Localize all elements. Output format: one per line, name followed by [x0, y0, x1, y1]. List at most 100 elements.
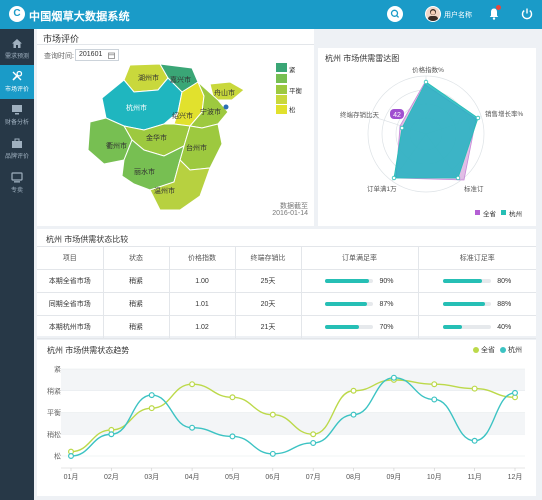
- std-rate-value: 80%: [497, 277, 512, 285]
- sidebar-item-demand-forecast[interactable]: 需求预测: [0, 33, 34, 67]
- map-label-zhoushan: 舟山市: [214, 88, 235, 97]
- sidebar-item-label: 专卖: [10, 188, 23, 194]
- search-icon: [390, 9, 400, 18]
- y-tick-label: 稍紧: [47, 386, 61, 395]
- x-tick-label: 07月: [306, 473, 321, 481]
- data-cutoff-date: 2016-01-14: [272, 210, 308, 217]
- query-label: 查询时间:: [44, 53, 74, 60]
- order-rate-bar: [325, 278, 374, 283]
- radar-point[interactable]: [391, 175, 397, 181]
- std-rate-bar: [443, 278, 492, 283]
- radar-legend-swatch-hangzhou: [501, 210, 506, 215]
- search-button[interactable]: [387, 6, 403, 22]
- data-point[interactable]: [148, 405, 155, 412]
- x-tick-label: 03月: [144, 473, 159, 481]
- map-legend-label: 松: [289, 107, 296, 114]
- data-point[interactable]: [269, 411, 276, 418]
- data-point[interactable]: [68, 452, 75, 459]
- cell-item: 本期全省市场: [37, 269, 104, 293]
- sidebar-item-label: 财备分析: [4, 120, 29, 126]
- cell-price-index: 1.00: [169, 269, 236, 293]
- radar-axis-label: 销售增长率%: [485, 109, 524, 118]
- data-point[interactable]: [148, 392, 155, 399]
- table-row: 本期杭州市场 稍紧 1.02 21天 70% 40%: [37, 315, 536, 339]
- map-label-jiaxing: 嘉兴市: [170, 75, 191, 84]
- sidebar-item-monopoly[interactable]: 专卖: [0, 167, 34, 201]
- radar-point[interactable]: [423, 79, 429, 85]
- y-tick-label: 松: [54, 452, 61, 461]
- top-bar: C 中国烟草大数据系统 用户名称: [0, 0, 542, 29]
- radar-point[interactable]: [475, 115, 481, 121]
- data-point[interactable]: [512, 389, 519, 396]
- avatar[interactable]: [425, 6, 441, 22]
- sidebar-item-brand-evaluation[interactable]: 品牌评价: [0, 133, 34, 167]
- calendar-icon: [108, 52, 115, 59]
- radar-point[interactable]: [399, 125, 405, 131]
- data-point[interactable]: [431, 381, 438, 388]
- trend-legend-swatch-hangzhou: [500, 347, 506, 353]
- data-point[interactable]: [108, 431, 115, 438]
- order-rate-bar-fill: [325, 278, 369, 283]
- radar-tooltip-value: 42: [393, 112, 401, 119]
- data-point[interactable]: [229, 433, 236, 440]
- order-rate-bar-fill: [325, 324, 360, 329]
- data-point[interactable]: [229, 394, 236, 401]
- data-point[interactable]: [471, 437, 478, 444]
- data-point[interactable]: [189, 381, 196, 388]
- cell-status[interactable]: 稍紧: [103, 315, 170, 339]
- map-legend-swatch-loose: [276, 105, 287, 114]
- std-rate-value: 40%: [497, 323, 512, 331]
- data-point[interactable]: [310, 439, 317, 446]
- cell-order-rate: 70%: [301, 315, 419, 339]
- order-rate-bar-fill: [325, 301, 368, 306]
- x-tick-label: 06月: [265, 473, 280, 481]
- y-tick-label: 紧: [54, 365, 61, 374]
- comparison-title: 杭州 市场供需状态比较: [46, 235, 129, 244]
- data-point[interactable]: [269, 450, 276, 457]
- cell-ratio: 20天: [235, 292, 302, 316]
- map-legend-label: 紧: [289, 67, 296, 74]
- radar-axis-label: 订单满1万: [367, 184, 397, 193]
- std-rate-value: 88%: [497, 300, 512, 308]
- username[interactable]: 用户名称: [444, 10, 472, 20]
- data-point[interactable]: [390, 374, 397, 381]
- map-legend-swatch: [276, 74, 287, 83]
- data-point[interactable]: [310, 431, 317, 438]
- x-tick-label: 09月: [387, 473, 402, 481]
- x-tick-label: 04月: [185, 473, 200, 481]
- map-legend-swatch-balance: [276, 85, 287, 94]
- cell-status[interactable]: 稍紧: [103, 292, 170, 316]
- zhejiang-map: 湖州市 嘉兴市 杭州市 舟山市 绍兴市 宁波市 金华市 衢州市 台州市 丽水市 …: [87, 63, 245, 211]
- radar-point[interactable]: [455, 175, 461, 181]
- cell-item: 同期全省市场: [37, 292, 104, 316]
- column-header: 项目: [37, 246, 104, 270]
- cell-order-rate: 90%: [301, 269, 419, 293]
- data-point[interactable]: [350, 387, 357, 394]
- radar-axis-label: 标准订: [464, 184, 484, 193]
- data-point[interactable]: [189, 424, 196, 431]
- user-avatar-icon: [428, 9, 438, 21]
- cell-status[interactable]: 稍紧: [103, 269, 170, 293]
- column-header: 订单满足率: [301, 246, 419, 270]
- data-point[interactable]: [350, 411, 357, 418]
- map-label-quzhou: 衢州市: [106, 141, 127, 150]
- cell-order-rate: 87%: [301, 292, 419, 316]
- map-label-shaoxing: 绍兴市: [172, 111, 193, 120]
- table-row: 同期全省市场 稍紧 1.01 20天 87% 88%: [37, 292, 536, 316]
- sidebar-item-label: 品牌评价: [4, 154, 29, 160]
- order-rate-value: 90%: [379, 277, 394, 285]
- data-point[interactable]: [431, 396, 438, 403]
- trend-legend-label: 全省: [481, 347, 495, 354]
- x-tick-label: 10月: [427, 473, 442, 481]
- std-rate-bar: [443, 301, 492, 306]
- radar-legend-label: 杭州: [509, 211, 522, 218]
- power-icon[interactable]: [520, 7, 534, 21]
- comparison-table: 项目 状态 价格指数 终端存销比 订单满足率 标准订足率 本期全省市场 稍紧 1.0…: [37, 246, 536, 339]
- data-point[interactable]: [471, 385, 478, 392]
- std-rate-bar-fill: [443, 278, 482, 283]
- sidebar-item-financial-analysis[interactable]: 财备分析: [0, 99, 34, 133]
- sidebar-item-market-evaluation[interactable]: 市场评价: [0, 65, 34, 99]
- map-label-taizhou: 台州市: [186, 143, 207, 152]
- x-tick-label: 02月: [104, 473, 119, 481]
- std-rate-bar-fill: [443, 324, 463, 329]
